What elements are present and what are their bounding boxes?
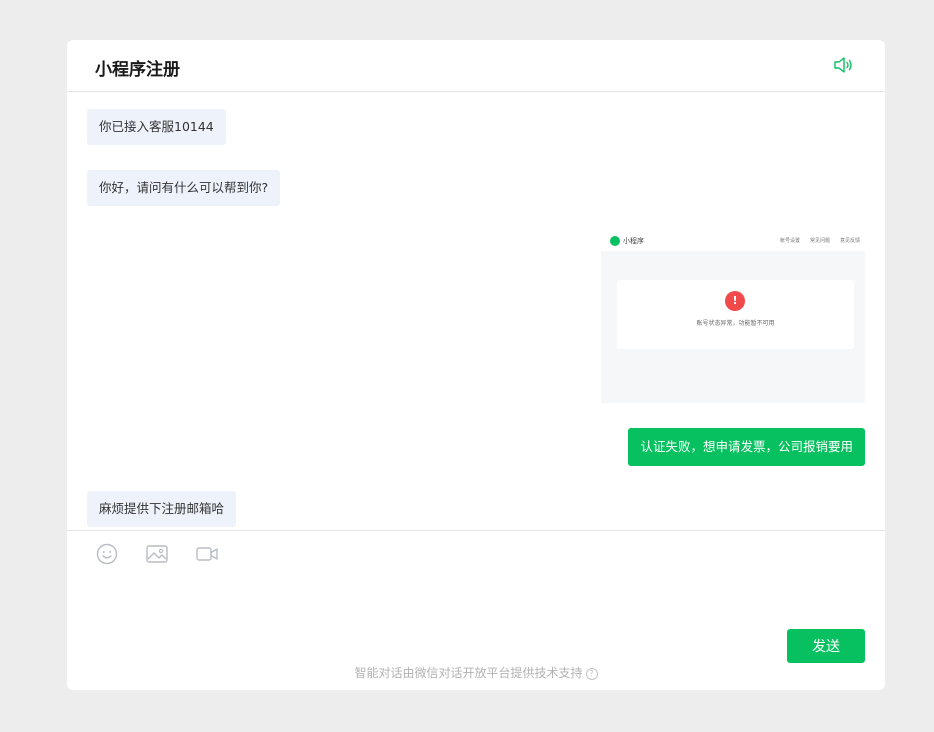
message-list[interactable]: 你已接入客服10144 你好，请问有什么可以帮到你? 小程序 帐号设置 常见问题… [67, 93, 885, 530]
footer-credit: 智能对话由微信对话开放平台提供技术支持? [67, 664, 885, 681]
screenshot-message: 账号状态异常，功能暂不可用 [696, 320, 775, 327]
screenshot-card: ! 账号状态异常，功能暂不可用 [617, 280, 854, 349]
alert-icon: ! [725, 291, 745, 311]
image-icon[interactable] [145, 542, 169, 566]
user-message: 认证失败，想申请发票，公司报销要用 [628, 428, 865, 466]
agent-message: 麻烦提供下注册邮箱哈 [87, 491, 237, 527]
speaker-icon[interactable] [833, 55, 855, 75]
emoji-icon[interactable] [95, 542, 119, 566]
miniprogram-logo-icon [610, 236, 620, 246]
input-divider [67, 530, 885, 531]
help-icon[interactable]: ? [585, 667, 598, 680]
send-button[interactable]: 发送 [787, 629, 865, 663]
footer-text: 智能对话由微信对话开放平台提供技术支持 [354, 666, 583, 680]
chat-header: 小程序注册 [67, 40, 885, 92]
screenshot-link: 常见问题 [809, 238, 830, 244]
user-image-message[interactable]: 小程序 帐号设置 常见问题 意见反馈 ! 账号状态异常，功能暂不可用 [601, 232, 865, 403]
screenshot-link: 帐号设置 [779, 238, 800, 244]
screenshot-brand: 小程序 [623, 237, 644, 245]
video-icon[interactable] [195, 542, 219, 566]
chat-window: 小程序注册 你已接入客服10144 你好，请问有什么可以帮到你? 小程序 帐号设… [67, 40, 885, 690]
screenshot-topbar: 小程序 帐号设置 常见问题 意见反馈 [601, 232, 865, 251]
chat-title: 小程序注册 [95, 60, 180, 80]
screenshot-link: 意见反馈 [839, 238, 860, 244]
screenshot-links: 帐号设置 常见问题 意见反馈 [780, 237, 860, 244]
agent-message: 你好，请问有什么可以帮到你? [87, 170, 281, 206]
agent-message: 你已接入客服10144 [87, 109, 226, 145]
